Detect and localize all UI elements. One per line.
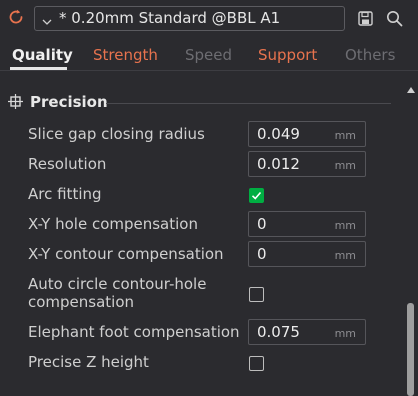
section-divider: [106, 103, 391, 104]
search-icon[interactable]: [386, 10, 403, 27]
arc-fitting-checkbox[interactable]: [249, 188, 264, 203]
precision-icon: [8, 94, 23, 109]
elephant-foot-label: Elephant foot compensation: [28, 323, 240, 341]
tab-quality[interactable]: Quality: [12, 46, 73, 64]
sync-icon[interactable]: [7, 8, 25, 26]
preset-dropdown[interactable]: * 0.20mm Standard @BBL A1: [34, 6, 345, 31]
tab-speed[interactable]: Speed: [185, 46, 232, 64]
xy-hole-label: X-Y hole compensation: [28, 215, 198, 233]
field-unit: mm: [334, 249, 356, 262]
settings-panel: Precision Slice gap closing radius 0.049…: [0, 71, 404, 396]
elephant-foot-input[interactable]: 0.075 mm: [248, 319, 366, 345]
tab-strength[interactable]: Strength: [93, 46, 158, 64]
top-bar: * 0.20mm Standard @BBL A1: [0, 0, 418, 38]
chevron-down-icon: [41, 13, 53, 25]
auto-circle-label-line1: Auto circle contour-hole: [28, 275, 207, 293]
tab-support[interactable]: Support: [258, 46, 317, 64]
field-value: 0.049: [257, 125, 300, 143]
field-value: 0.012: [257, 155, 300, 173]
arc-fitting-label: Arc fitting: [28, 185, 102, 203]
scroll-up-arrow-icon[interactable]: [407, 78, 415, 93]
check-icon: [251, 191, 262, 200]
resolution-label: Resolution: [28, 155, 107, 173]
tab-others[interactable]: Others: [345, 46, 395, 64]
auto-circle-label-line2: compensation: [28, 293, 135, 311]
field-unit: mm: [334, 129, 356, 142]
precise-z-checkbox[interactable]: [249, 356, 264, 371]
resolution-input[interactable]: 0.012 mm: [248, 151, 366, 177]
precise-z-label: Precise Z height: [28, 353, 149, 371]
scrollbar-thumb[interactable]: [407, 303, 414, 396]
slice-gap-label: Slice gap closing radius: [28, 125, 205, 143]
field-unit: mm: [334, 327, 356, 340]
section-title: Precision: [30, 93, 108, 111]
field-value: 0: [257, 215, 267, 233]
field-value: 0.075: [257, 323, 300, 341]
slice-gap-input[interactable]: 0.049 mm: [248, 121, 366, 147]
xy-contour-label: X-Y contour compensation: [28, 245, 224, 263]
field-unit: mm: [334, 219, 356, 232]
xy-contour-input[interactable]: 0 mm: [248, 241, 366, 267]
xy-hole-input[interactable]: 0 mm: [248, 211, 366, 237]
settings-tabs: Quality Strength Speed Support Others: [0, 40, 418, 70]
preset-label: * 0.20mm Standard @BBL A1: [59, 9, 281, 27]
field-value: 0: [257, 245, 267, 263]
field-unit: mm: [334, 159, 356, 172]
save-icon[interactable]: [358, 11, 373, 26]
auto-circle-checkbox[interactable]: [249, 287, 264, 302]
